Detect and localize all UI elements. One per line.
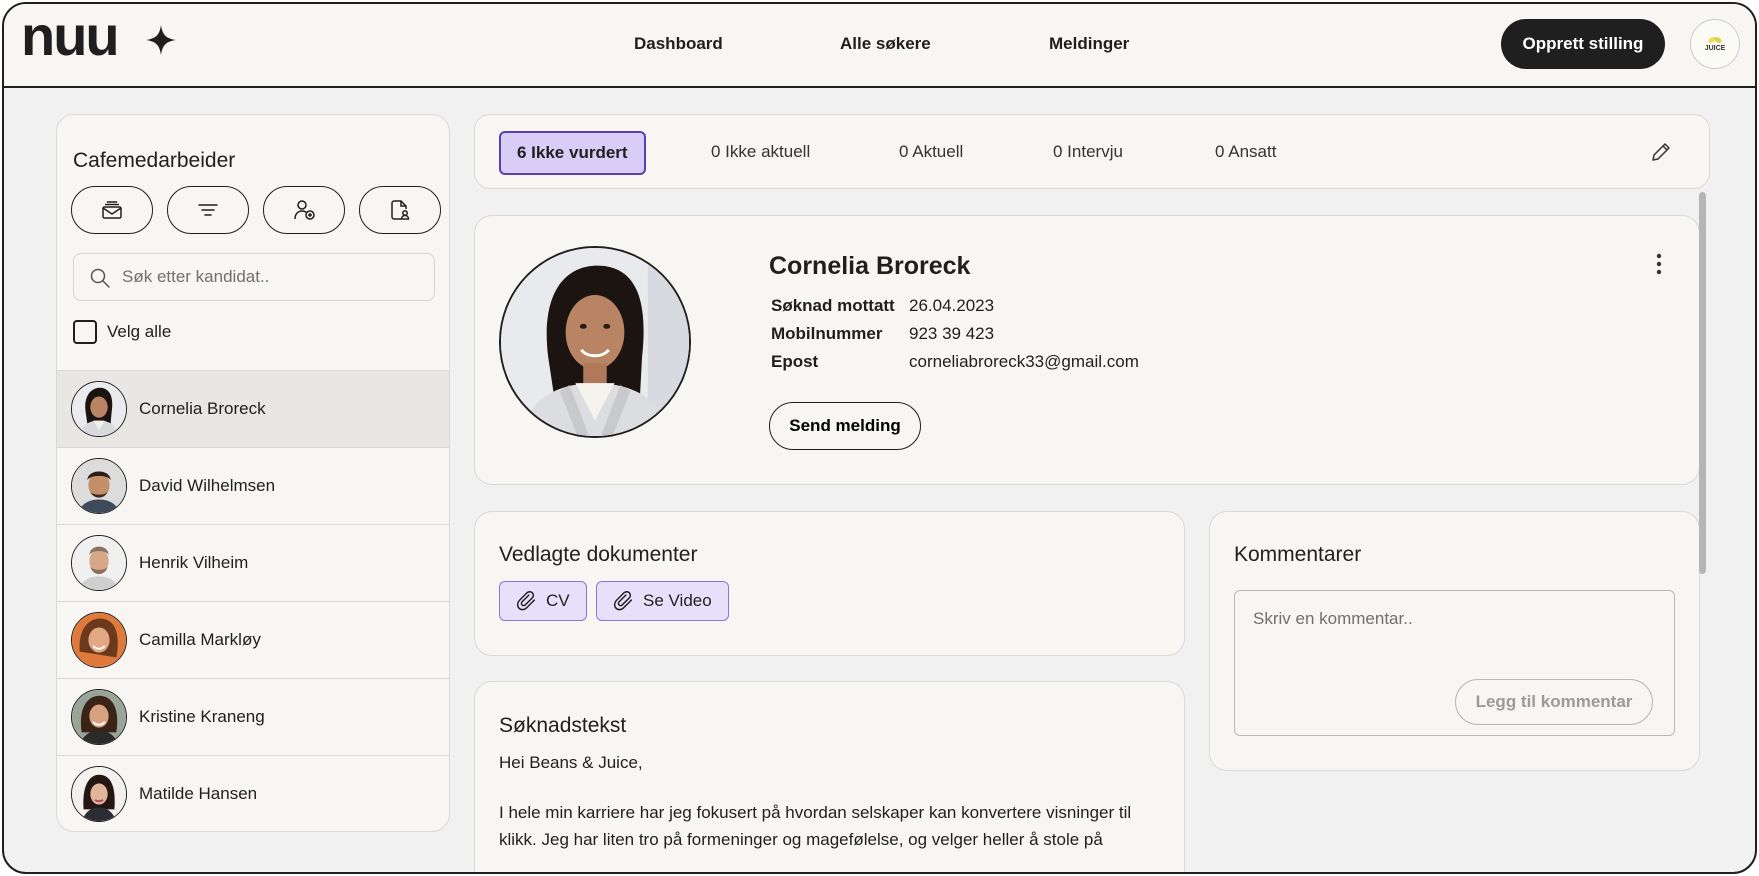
search-input[interactable]: [122, 264, 422, 290]
candidate-item[interactable]: Camilla Markløy: [57, 601, 449, 678]
portrait-image: [72, 613, 126, 667]
filter-button[interactable]: [167, 186, 249, 234]
paperclip-icon: [613, 590, 633, 611]
select-all-toggle[interactable]: Velg alle: [73, 320, 171, 344]
tab-ikke-vurdert[interactable]: 6 Ikke vurdert: [499, 131, 646, 175]
job-title: Cafemedarbeider: [73, 149, 236, 172]
add-comment-button[interactable]: Legg til kommentar: [1455, 679, 1653, 725]
documents-title: Vedlagte dokumenter: [499, 543, 698, 566]
comment-input[interactable]: [1253, 609, 1653, 669]
cv-attachment[interactable]: CV: [499, 581, 587, 621]
candidate-name: Kristine Kraneng: [139, 707, 265, 726]
portrait-image: [72, 459, 126, 513]
portrait-image: [72, 690, 126, 744]
info-value: corneliabroreck33@gmail.com: [909, 352, 1139, 371]
candidate-avatar: [71, 689, 127, 745]
application-title: Søknadstekst: [499, 714, 627, 737]
application-paragraph: I hele min karriere har jeg fokusert på …: [499, 803, 1132, 849]
pencil-icon[interactable]: [1649, 140, 1673, 164]
top-header: nuu Dashboard Alle søkere Meldinger Oppr…: [4, 4, 1755, 88]
document-user-icon: [391, 200, 410, 220]
candidate-name: Matilde Hansen: [139, 784, 258, 803]
comments-card: Kommentarer Legg til kommentar: [1209, 511, 1700, 771]
attachment-label: Se Video: [643, 591, 712, 610]
leaf-icon: [1708, 37, 1722, 43]
candidate-avatar: [71, 381, 127, 437]
info-label: Epost: [771, 352, 819, 371]
company-avatar[interactable]: JUICE: [1690, 19, 1740, 69]
tab-intervju[interactable]: 0 Intervju: [1053, 142, 1123, 162]
main-scrollbar[interactable]: [1699, 192, 1706, 574]
mail-stack-button[interactable]: [71, 186, 153, 234]
comments-title: Kommentarer: [1234, 543, 1362, 566]
tab-ikke-aktuell[interactable]: 0 Ikke aktuell: [711, 142, 810, 162]
search-icon: [90, 268, 110, 288]
create-position-button[interactable]: Opprett stilling: [1501, 19, 1665, 69]
add-user-icon: [294, 200, 315, 220]
send-message-button[interactable]: Send melding: [769, 402, 921, 450]
add-user-button[interactable]: [263, 186, 345, 234]
candidate-avatar: [71, 766, 127, 822]
candidate-search[interactable]: [73, 253, 435, 301]
candidate-sidebar: Cafemedarbeider Søk etter kandidat.. Vel…: [56, 114, 450, 832]
nav-meldinger[interactable]: Meldinger: [1049, 34, 1129, 54]
candidate-item[interactable]: Cornelia Broreck: [57, 370, 449, 447]
attached-documents-card: Vedlagte dokumenter CV Se Video: [474, 511, 1185, 656]
info-value: 923 39 423: [909, 324, 995, 343]
mail-stack-icon: [102, 201, 122, 219]
application-text-card: Søknadstekst Hei Beans & Juice, I hele m…: [474, 681, 1185, 872]
more-vertical-icon[interactable]: [1647, 252, 1671, 276]
candidate-photo: [499, 246, 691, 438]
video-attachment[interactable]: Se Video: [596, 581, 729, 621]
tab-ansatt[interactable]: 0 Ansatt: [1215, 142, 1276, 162]
portrait-image: [72, 767, 126, 821]
nuu-logo[interactable]: nuu: [21, 8, 181, 64]
candidate-name: David Wilhelmsen: [139, 476, 276, 495]
comment-box: Legg til kommentar: [1234, 590, 1675, 736]
portrait-image: [72, 382, 126, 436]
candidate-item[interactable]: Kristine Kraneng: [57, 678, 449, 755]
filter-icon: [198, 204, 218, 216]
app-window: nuu Dashboard Alle søkere Meldinger Oppr…: [2, 2, 1757, 874]
status-tabs: 6 Ikke vurdert 0 Ikke aktuell 0 Aktuell …: [474, 114, 1710, 189]
candidate-name: Camilla Markløy: [139, 630, 261, 649]
nav-alle-sokere[interactable]: Alle søkere: [840, 34, 931, 54]
candidate-name: Henrik Vilheim: [139, 553, 249, 572]
nav-dashboard[interactable]: Dashboard: [634, 34, 723, 54]
application-greeting: Hei Beans & Juice,: [499, 753, 643, 772]
candidate-avatar: [71, 612, 127, 668]
info-label: Søknad mottatt: [771, 296, 895, 315]
candidate-item[interactable]: Henrik Vilheim: [57, 524, 449, 601]
document-user-button[interactable]: [359, 186, 441, 234]
candidate-item[interactable]: Matilde Hansen: [57, 755, 449, 831]
select-all-label: Velg alle: [107, 322, 172, 341]
candidate-avatar: [71, 458, 127, 514]
candidate-avatar: [71, 535, 127, 591]
info-label: Mobilnummer: [771, 324, 883, 343]
portrait-image: [501, 248, 689, 436]
candidate-item[interactable]: David Wilhelmsen: [57, 447, 449, 524]
select-all-checkbox[interactable]: [73, 320, 97, 344]
candidate-profile-card: Cornelia Broreck Søknad mottatt 26.04.20…: [474, 215, 1700, 485]
paperclip-icon: [516, 590, 536, 611]
candidate-full-name: Cornelia Broreck: [769, 252, 971, 280]
candidate-list: Cornelia Broreck David Wilhelmsen Henrik…: [57, 370, 449, 831]
portrait-image: [72, 536, 126, 590]
sparkle-icon: [146, 25, 176, 55]
candidate-name: Cornelia Broreck: [139, 399, 266, 418]
info-value: 26.04.2023: [909, 296, 995, 315]
tab-aktuell[interactable]: 0 Aktuell: [899, 142, 963, 162]
attachment-label: CV: [546, 591, 570, 610]
